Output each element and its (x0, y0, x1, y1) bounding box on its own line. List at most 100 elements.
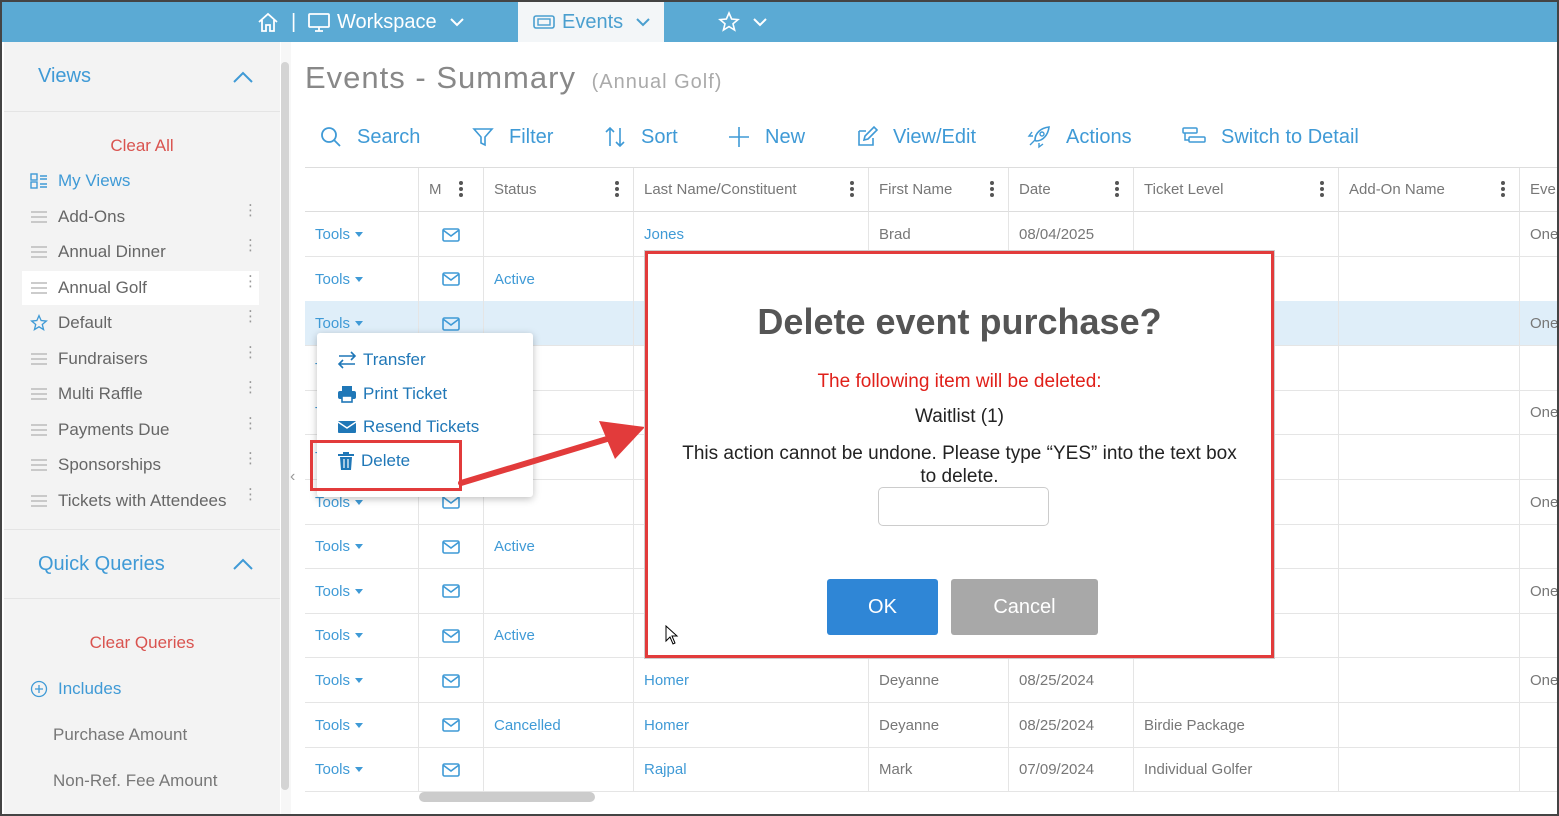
column-header-status[interactable]: Status (484, 168, 634, 212)
tools-dropdown-button[interactable]: Tools (305, 613, 419, 659)
new-button[interactable]: New (727, 119, 805, 155)
sidebar-item-label: Annual Golf (58, 278, 147, 297)
sidebar-item-multi-raffle[interactable]: Multi Raffle ⋮ (22, 377, 259, 411)
menu-item-transfer[interactable]: Transfer (337, 350, 426, 370)
table-row[interactable]: Tools Homer Deyanne 08/25/2024 One (305, 658, 1557, 703)
tools-dropdown-button[interactable]: Tools (305, 702, 419, 748)
horizontal-scrollbar[interactable] (419, 792, 595, 802)
column-menu-icon[interactable] (1501, 181, 1505, 199)
star-icon (28, 314, 50, 332)
switch-label: Switch to Detail (1221, 125, 1359, 148)
ok-button[interactable]: OK (827, 579, 938, 635)
cell-last[interactable]: Rajpal (634, 747, 869, 793)
cancel-button[interactable]: Cancel (951, 579, 1098, 635)
email-cell[interactable] (419, 256, 484, 302)
sidebar-item-default[interactable]: Default ⋮ (22, 306, 259, 340)
kebab-icon[interactable]: ⋮ (243, 345, 258, 360)
tools-dropdown-button[interactable]: Tools (305, 256, 419, 302)
cell-level (1134, 658, 1339, 703)
includes-toggle[interactable]: Includes (22, 672, 259, 706)
email-cell[interactable] (419, 212, 484, 257)
sidebar-item-annual-dinner[interactable]: Annual Dinner ⋮ (22, 235, 259, 269)
cell-addon (1339, 747, 1520, 793)
menu-item-print-ticket[interactable]: Print Ticket (337, 384, 447, 404)
column-header-date[interactable]: Date (1009, 168, 1134, 212)
quick-queries-section-header[interactable]: Quick Queries (4, 529, 280, 599)
kebab-icon[interactable]: ⋮ (243, 451, 258, 466)
column-header-label: Add-On Name (1349, 181, 1445, 198)
email-cell[interactable] (419, 658, 484, 703)
cell-date: 08/25/2024 (1009, 702, 1134, 748)
scrollbar-thumb[interactable] (281, 62, 289, 790)
cell-first: Mark (869, 747, 1009, 793)
column-menu-icon[interactable] (615, 181, 619, 199)
views-section-header[interactable]: Views (4, 42, 280, 112)
email-cell[interactable] (419, 568, 484, 614)
sidebar-item-payments-due[interactable]: Payments Due ⋮ (22, 413, 259, 447)
tools-dropdown-button[interactable]: Tools (305, 747, 419, 793)
column-header-ticket-level[interactable]: Ticket Level (1134, 168, 1339, 212)
collapse-sidebar-icon[interactable]: ‹ (290, 468, 295, 486)
query-item-non-ref-fee-amount[interactable]: Non-Ref. Fee Amount (53, 771, 217, 791)
sidebar-item-annual-golf[interactable]: Annual Golf ⋮ (22, 271, 259, 305)
workspace-menu[interactable]: Workspace (307, 2, 465, 42)
kebab-icon[interactable]: ⋮ (243, 487, 258, 502)
sidebar-item-sponsorships[interactable]: Sponsorships ⋮ (22, 448, 259, 482)
tools-dropdown-button[interactable]: Tools (305, 658, 419, 703)
column-header-add-on-name[interactable]: Add-On Name (1339, 168, 1520, 212)
my-views-link[interactable]: My Views (22, 164, 259, 198)
tools-dropdown-button[interactable]: Tools (305, 524, 419, 570)
list-icon (28, 424, 50, 436)
cell-status (484, 747, 634, 793)
sidebar-item-tickets-with-attendees[interactable]: Tickets with Attendees ⋮ (22, 484, 259, 518)
tools-dropdown-button[interactable]: Tools (305, 568, 419, 614)
kebab-icon[interactable]: ⋮ (243, 309, 258, 324)
kebab-icon[interactable]: ⋮ (243, 380, 258, 395)
table-row[interactable]: Tools Cancelled Homer Deyanne 08/25/2024 Bird… (305, 702, 1557, 748)
email-cell[interactable] (419, 524, 484, 570)
column-header-label: Status (494, 181, 537, 198)
sidebar-item-label: Fundraisers (58, 349, 148, 368)
query-item-purchase-amount[interactable]: Purchase Amount (53, 725, 187, 745)
tools-dropdown-button[interactable]: Tools (305, 212, 419, 257)
view-edit-button[interactable]: View/Edit (855, 119, 976, 155)
filter-button[interactable]: Filter (471, 119, 553, 155)
chevron-up-icon[interactable] (232, 70, 254, 84)
cell-last[interactable]: Homer (634, 658, 869, 703)
column-header-last-name[interactable]: Last Name/Constituent (634, 168, 869, 212)
column-header-event[interactable]: Eve (1520, 168, 1557, 212)
column-menu-icon[interactable] (850, 181, 854, 199)
chevron-up-icon[interactable] (232, 557, 254, 571)
table-row[interactable]: Tools Rajpal Mark 07/09/2024 Individual Golf… (305, 747, 1557, 793)
search-button[interactable]: Search (319, 119, 420, 155)
column-menu-icon[interactable] (1115, 181, 1119, 199)
column-menu-icon[interactable] (459, 181, 463, 199)
kebab-icon[interactable]: ⋮ (243, 416, 258, 431)
sidebar-item-fundraisers[interactable]: Fundraisers ⋮ (22, 342, 259, 376)
kebab-icon[interactable]: ⋮ (243, 203, 258, 218)
cell-eve (1520, 747, 1557, 792)
kebab-icon[interactable]: ⋮ (243, 238, 258, 253)
home-icon[interactable] (256, 2, 280, 42)
actions-button[interactable]: Actions (1026, 119, 1132, 155)
confirm-text-input[interactable] (878, 487, 1049, 526)
email-cell[interactable] (419, 702, 484, 748)
switch-to-detail-button[interactable]: Switch to Detail (1181, 119, 1359, 155)
column-header-m[interactable]: M (419, 168, 484, 212)
sort-button[interactable]: Sort (603, 119, 678, 155)
email-cell[interactable] (419, 747, 484, 793)
clear-queries-link[interactable]: Clear Queries (4, 633, 280, 653)
column-menu-icon[interactable] (1320, 181, 1324, 199)
column-header-first-name[interactable]: First Name (869, 168, 1009, 212)
clear-all-link[interactable]: Clear All (4, 136, 280, 156)
email-cell[interactable] (419, 613, 484, 659)
list-icon (28, 459, 50, 471)
sidebar-item-add-ons[interactable]: Add-Ons ⋮ (22, 200, 259, 234)
tab-events[interactable]: Events (518, 2, 664, 42)
kebab-icon[interactable]: ⋮ (243, 274, 258, 289)
cell-last[interactable]: Homer (634, 702, 869, 748)
cell-status: Active (484, 256, 634, 302)
column-menu-icon[interactable] (990, 181, 994, 199)
favorites-menu[interactable] (718, 2, 768, 42)
sidebar-scrollbar[interactable] (281, 42, 291, 814)
